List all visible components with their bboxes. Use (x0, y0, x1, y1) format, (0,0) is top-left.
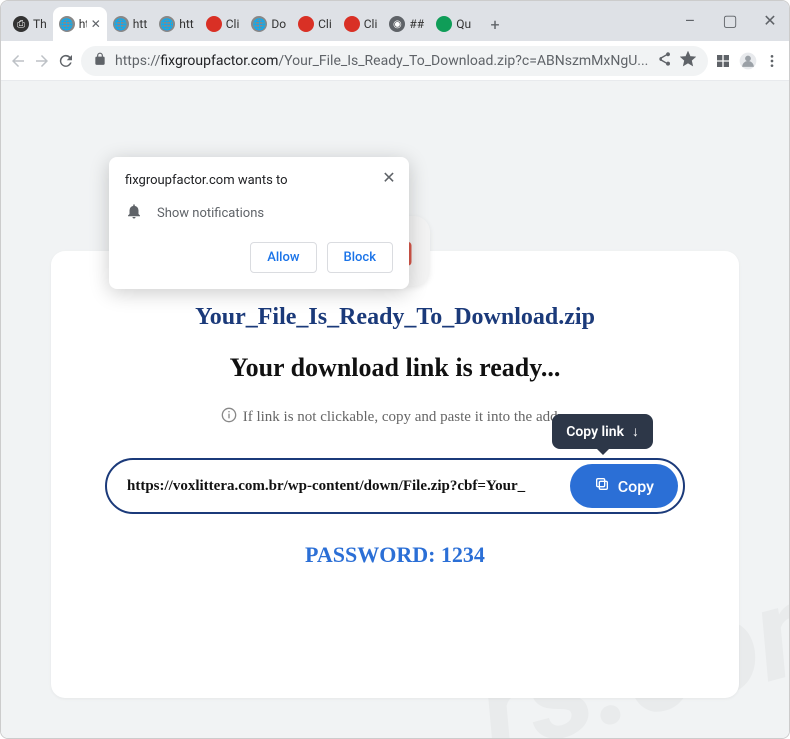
copy-icon (594, 476, 610, 496)
maximize-button[interactable]: ▢ (717, 7, 743, 33)
arrow-right-icon (33, 52, 51, 70)
dialog-title: fixgroupfactor.com wants to (125, 173, 393, 188)
tab-0[interactable]: ⎙ Th (7, 7, 53, 41)
notification-permission-dialog: ✕ fixgroupfactor.com wants to Show notif… (109, 157, 409, 289)
address-bar[interactable]: https://fixgroupfactor.com/Your_File_Is_… (81, 46, 708, 76)
tab-label: htt (79, 17, 87, 31)
tab-6[interactable]: Cli (292, 7, 338, 41)
tab-9[interactable]: Qu (430, 7, 477, 41)
lock-icon (93, 52, 107, 70)
chrome-icon: ◉ (389, 16, 405, 32)
printer-icon: ⎙ (13, 16, 29, 32)
allow-button[interactable]: Allow (250, 242, 316, 273)
extensions-button[interactable] (714, 47, 731, 75)
tab-4[interactable]: Cli (200, 7, 246, 41)
download-link-text[interactable]: https://voxlittera.com.br/wp-content/dow… (127, 478, 560, 495)
reload-button[interactable] (57, 47, 75, 75)
globe-icon: 🌐 (59, 16, 75, 32)
globe-icon: 🌐 (159, 16, 175, 32)
reload-icon (57, 52, 75, 70)
tab-label: Cli (318, 17, 332, 31)
info-icon (221, 407, 237, 428)
close-window-button[interactable]: ✕ (757, 7, 783, 33)
globe-icon: 🌐 (113, 16, 129, 32)
bookmark-icon[interactable] (680, 51, 696, 71)
copy-tooltip: Copy link ↓ (552, 414, 653, 449)
profile-button[interactable] (738, 47, 758, 75)
tab-label: Cli (364, 17, 378, 31)
download-link-row: Copy link ↓ https://voxlittera.com.br/wp… (105, 458, 685, 514)
password-label: PASSWORD: 1234 (305, 542, 485, 568)
bell-icon (125, 202, 143, 224)
tab-label: Qu (456, 17, 471, 31)
page-content: rs.com Your_File_Is_Ready_To_Download.zi… (1, 81, 789, 738)
tab-label: htt (179, 17, 193, 31)
record-icon (344, 16, 360, 32)
block-button[interactable]: Block (327, 242, 393, 273)
dialog-close-button[interactable]: ✕ (379, 167, 399, 187)
globe-icon: 🌐 (251, 16, 267, 32)
back-button[interactable] (9, 47, 27, 75)
arrow-down-icon: ↓ (632, 423, 639, 440)
tab-1[interactable]: 🌐 htt ✕ (53, 7, 107, 41)
tab-label: Do (271, 17, 286, 31)
download-heading: Your download link is ready... (230, 353, 561, 383)
tab-label: Th (33, 17, 47, 31)
tab-3[interactable]: 🌐 htt (153, 7, 199, 41)
tab-5[interactable]: 🌐 Do (245, 7, 292, 41)
share-icon[interactable] (656, 51, 672, 71)
tab-label: Cli (226, 17, 240, 31)
tab-8[interactable]: ◉ ## (383, 7, 430, 41)
copy-button[interactable]: Copy (570, 464, 678, 508)
url-text: https://fixgroupfactor.com/Your_File_Is_… (115, 53, 648, 69)
forward-button[interactable] (33, 47, 51, 75)
app-icon (436, 16, 452, 32)
new-tab-button[interactable]: + (481, 10, 509, 38)
record-icon (206, 16, 222, 32)
toolbar: https://fixgroupfactor.com/Your_File_Is_… (1, 41, 789, 81)
tab-label: htt (133, 17, 147, 31)
minimize-button[interactable]: – (677, 7, 703, 33)
menu-button[interactable] (764, 47, 781, 75)
tab-7[interactable]: Cli (338, 7, 384, 41)
notification-label: Show notifications (157, 206, 264, 221)
record-icon (298, 16, 314, 32)
file-title: Your_File_Is_Ready_To_Download.zip (195, 304, 595, 331)
download-card: Your_File_Is_Ready_To_Download.zip Your … (51, 251, 739, 698)
arrow-left-icon (9, 52, 27, 70)
tab-2[interactable]: 🌐 htt (107, 7, 153, 41)
hint-text: If link is not clickable, copy and paste… (221, 407, 570, 428)
tab-strip: ⎙ Th 🌐 htt ✕ 🌐 htt 🌐 htt Cli 🌐 Do Cli (1, 1, 789, 41)
close-tab-icon[interactable]: ✕ (91, 17, 101, 31)
tab-label: ## (409, 17, 424, 31)
